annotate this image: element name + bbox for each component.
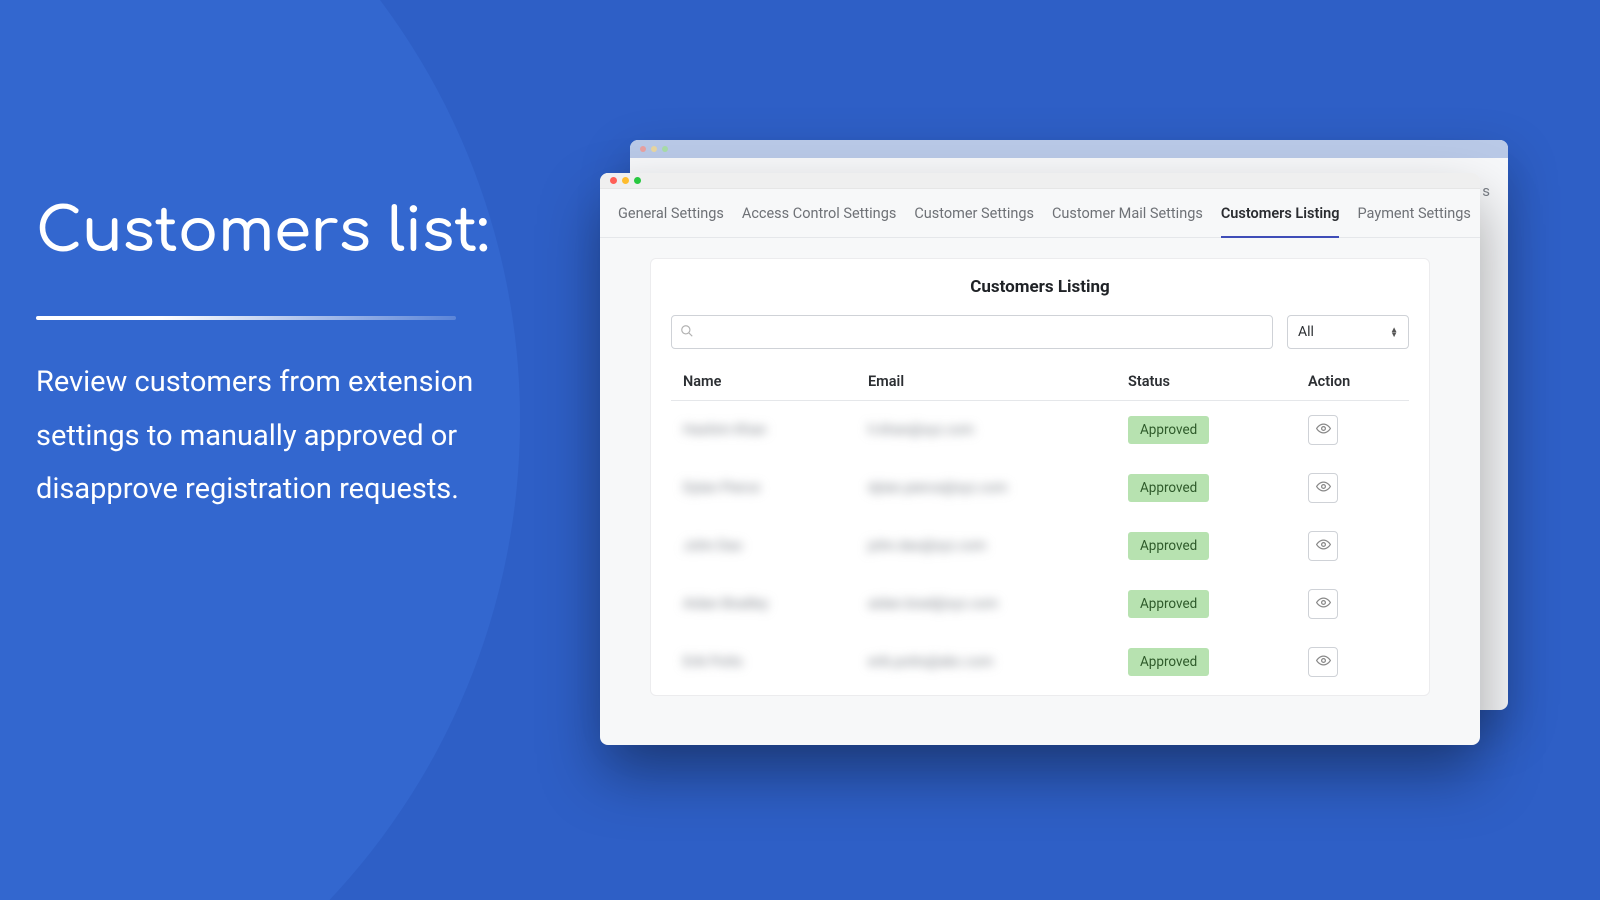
status-badge: Approved xyxy=(1128,590,1209,618)
view-button[interactable] xyxy=(1308,647,1338,677)
tab-customer-settings[interactable]: Customer Settings xyxy=(914,205,1034,237)
traffic-light-min-icon xyxy=(651,146,657,152)
hero: Customers list: Review customers from ex… xyxy=(36,200,556,517)
traffic-light-close-icon[interactable] xyxy=(610,177,617,184)
settings-tabs: General Settings Access Control Settings… xyxy=(600,189,1480,238)
view-button[interactable] xyxy=(1308,415,1338,445)
hero-title: Customers list: xyxy=(36,200,556,266)
status-badge: Approved xyxy=(1128,416,1209,444)
cell-name: Aidan Bradley xyxy=(683,596,768,612)
view-button[interactable] xyxy=(1308,531,1338,561)
search-input-wrapper[interactable] xyxy=(671,315,1273,349)
col-header-email: Email xyxy=(856,363,1116,401)
customers-listing-card: Customers Listing All ▲▼ Name E xyxy=(650,258,1430,696)
window-back-tab-fragment: s xyxy=(1482,182,1490,200)
cell-email: aidan.brad@xyz.com xyxy=(868,596,998,612)
cell-name: Erik Potts xyxy=(683,654,743,670)
cell-email: dylan.pierce@xyz.com xyxy=(868,480,1007,496)
search-icon xyxy=(680,323,694,342)
view-button[interactable] xyxy=(1308,473,1338,503)
tab-customer-mail-settings[interactable]: Customer Mail Settings xyxy=(1052,205,1203,237)
table-row: Aidan Bradley aidan.brad@xyz.com Approved xyxy=(671,575,1409,633)
stage: Customers list: Review customers from ex… xyxy=(0,0,1600,900)
tab-access-control-settings[interactable]: Access Control Settings xyxy=(742,205,896,237)
cell-email: erik.potts@abc.com xyxy=(868,654,993,670)
col-header-status: Status xyxy=(1116,363,1296,401)
cell-email: john.dao@xyz.com xyxy=(868,538,986,554)
status-filter-select[interactable]: All ▲▼ xyxy=(1287,315,1409,349)
tab-general-settings[interactable]: General Settings xyxy=(618,205,724,237)
eye-icon xyxy=(1316,421,1331,440)
table-row: Hashim Khan h.khan@xyz.com Approved xyxy=(671,401,1409,460)
cell-email: h.khan@xyz.com xyxy=(868,422,974,438)
cell-name: Dylan Pierce xyxy=(683,480,760,496)
panel-title: Customers Listing xyxy=(671,277,1409,297)
panel-controls: All ▲▼ xyxy=(671,315,1409,349)
window-back-titlebar xyxy=(630,140,1508,158)
eye-icon xyxy=(1316,479,1331,498)
tab-customers-listing[interactable]: Customers Listing xyxy=(1221,205,1340,238)
window-foreground: General Settings Access Control Settings… xyxy=(600,173,1480,745)
status-badge: Approved xyxy=(1128,474,1209,502)
select-arrows-icon: ▲▼ xyxy=(1390,327,1398,337)
cell-name: John Dao xyxy=(683,538,742,554)
table-row: Dylan Pierce dylan.pierce@xyz.com Approved xyxy=(671,459,1409,517)
eye-icon xyxy=(1316,595,1331,614)
search-input[interactable] xyxy=(700,324,1264,340)
hero-rule xyxy=(36,316,456,320)
traffic-light-max-icon[interactable] xyxy=(634,177,641,184)
customers-table: Name Email Status Action Hashim Khan h.kh… xyxy=(671,363,1409,691)
traffic-light-max-icon xyxy=(662,146,668,152)
eye-icon xyxy=(1316,653,1331,672)
eye-icon xyxy=(1316,537,1331,556)
table-row: Erik Potts erik.potts@abc.com Approved xyxy=(671,633,1409,691)
table-row: John Dao john.dao@xyz.com Approved xyxy=(671,517,1409,575)
tab-payment-settings[interactable]: Payment Settings xyxy=(1357,205,1470,237)
status-filter-value: All xyxy=(1298,324,1314,340)
col-header-action: Action xyxy=(1296,363,1409,401)
traffic-light-close-icon xyxy=(640,146,646,152)
hero-body: Review customers from extension settings… xyxy=(36,356,556,517)
col-header-name: Name xyxy=(671,363,856,401)
status-badge: Approved xyxy=(1128,532,1209,560)
status-badge: Approved xyxy=(1128,648,1209,676)
window-titlebar xyxy=(600,173,1480,189)
cell-name: Hashim Khan xyxy=(683,422,767,438)
view-button[interactable] xyxy=(1308,589,1338,619)
traffic-light-min-icon[interactable] xyxy=(622,177,629,184)
